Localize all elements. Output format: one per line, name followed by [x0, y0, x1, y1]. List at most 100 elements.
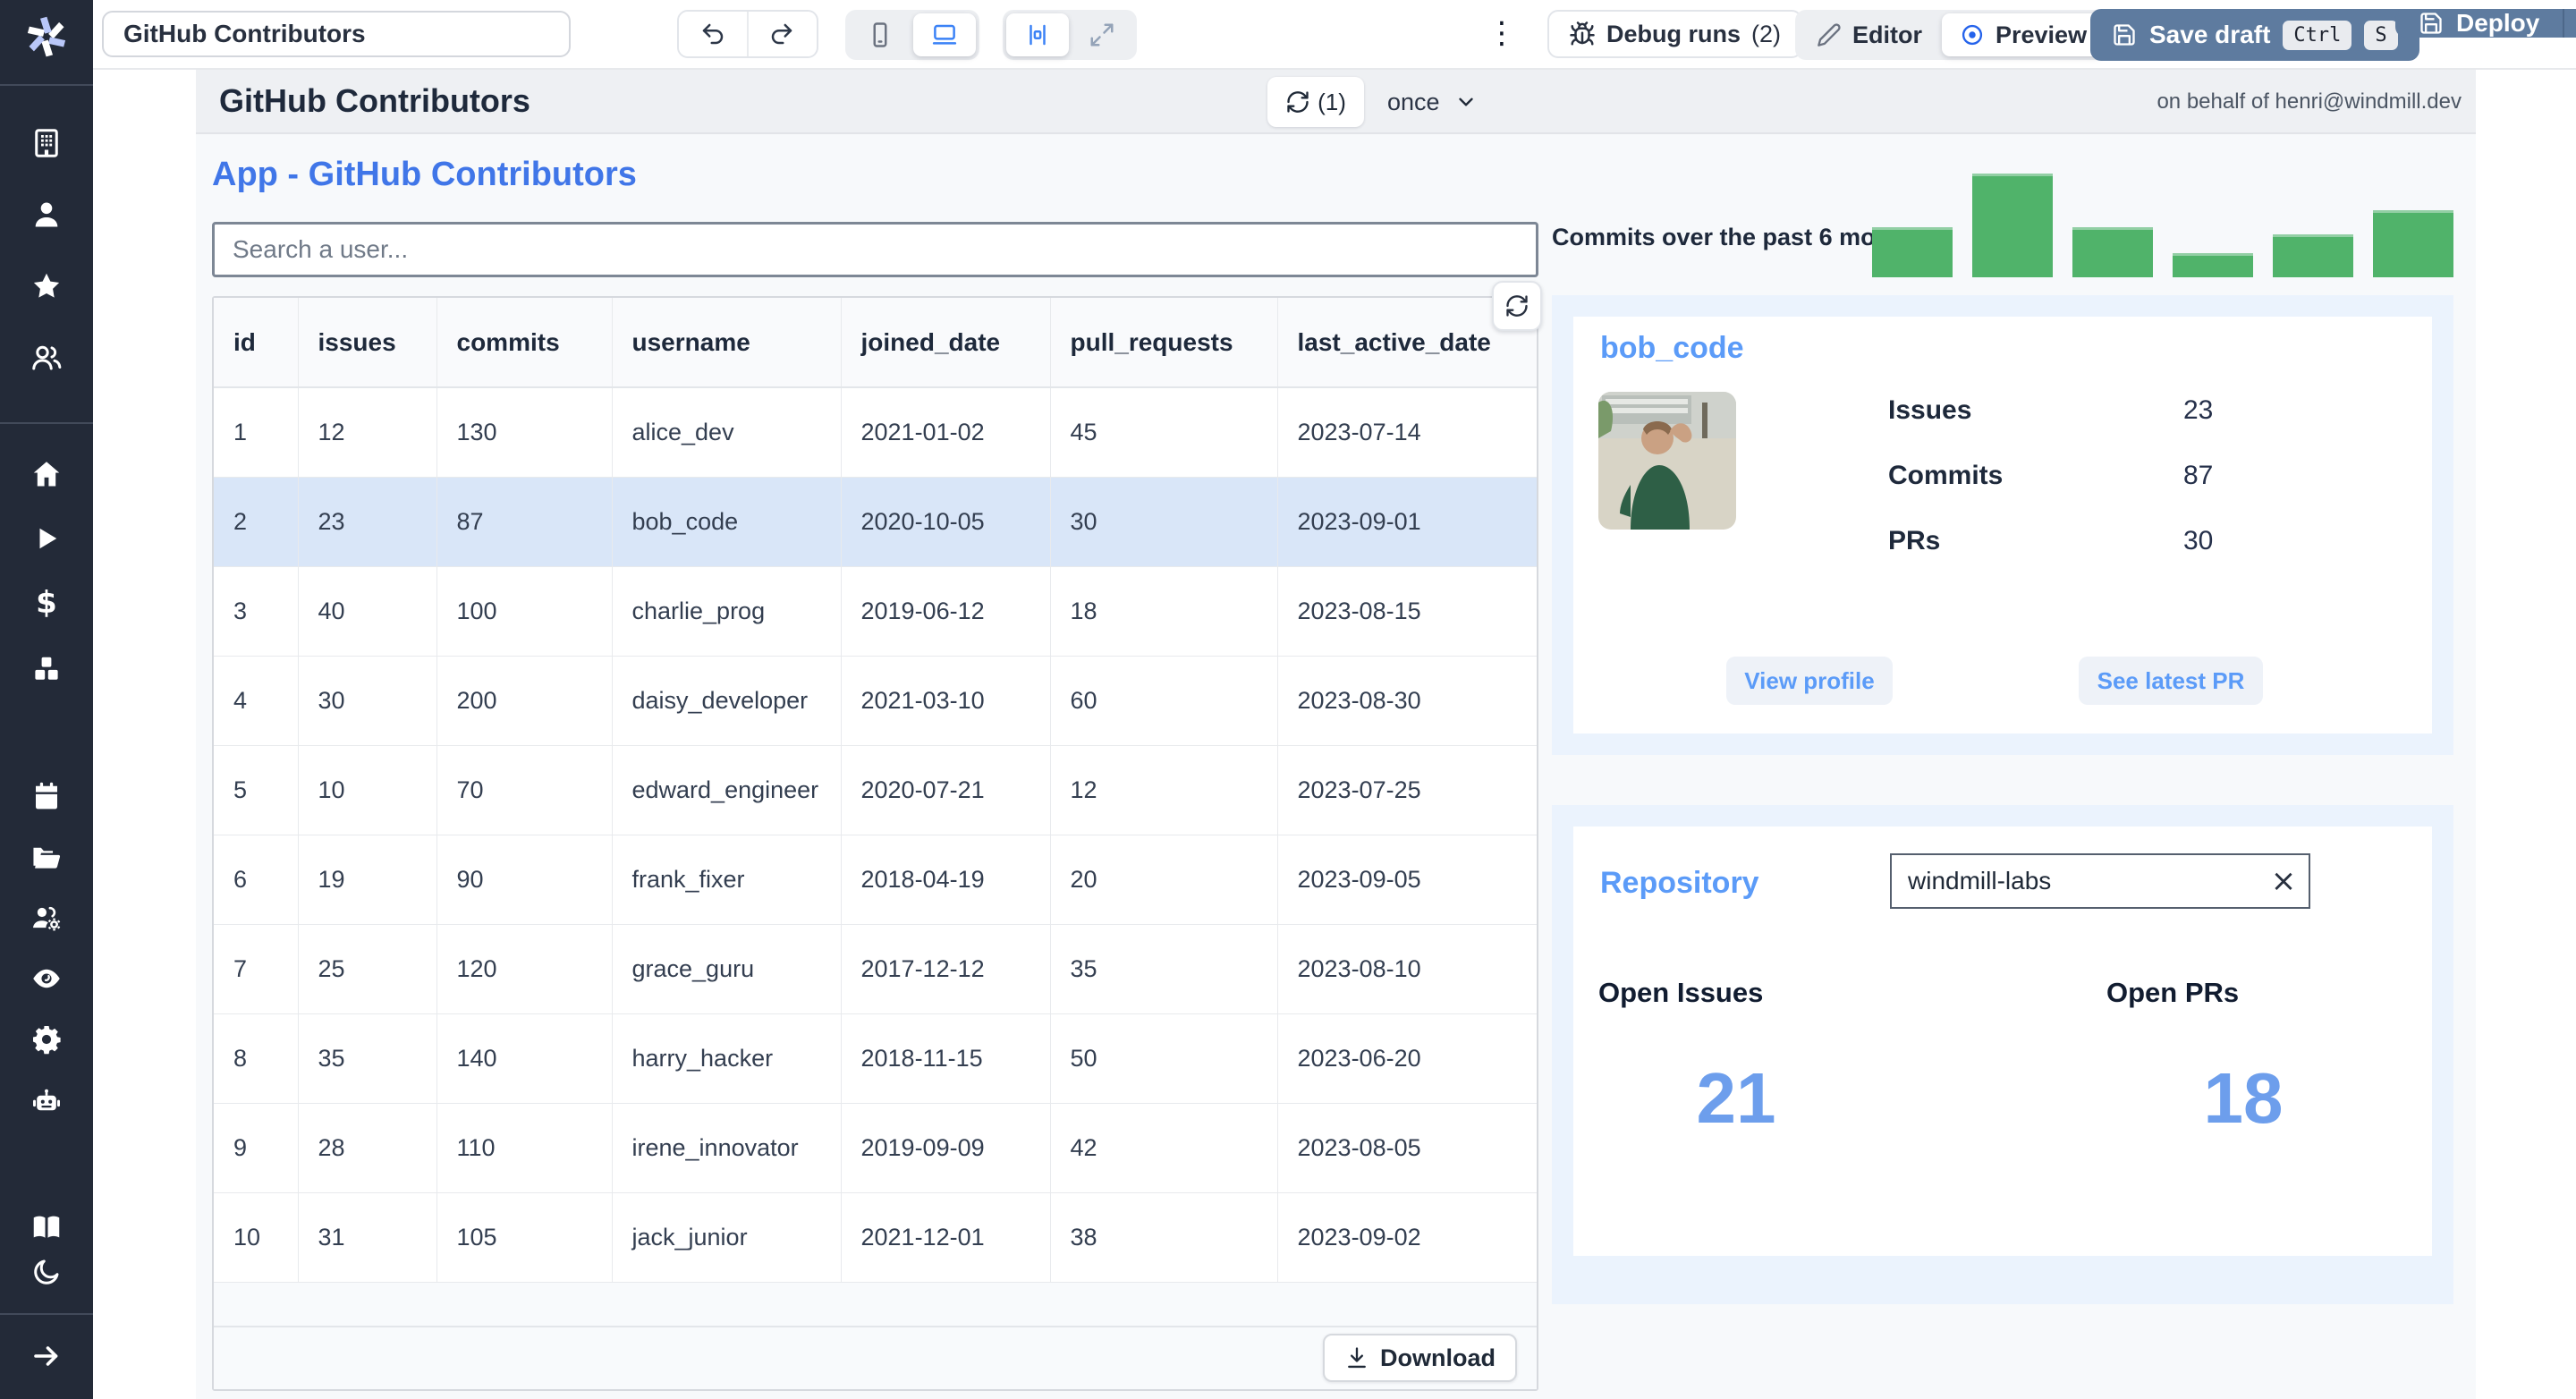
- table-cell: 2023-09-01: [1277, 477, 1537, 567]
- see-latest-pr-button[interactable]: See latest PR: [2079, 657, 2263, 705]
- table-column-header[interactable]: commits: [436, 298, 613, 388]
- table-cell: 35: [1050, 924, 1278, 1014]
- app-preview-canvas: GitHub Contributors (1) once on behalf o…: [196, 70, 2476, 1399]
- table-column-header[interactable]: id: [214, 298, 299, 388]
- app-title: GitHub Contributors: [219, 82, 530, 119]
- star-icon[interactable]: [0, 265, 93, 308]
- preview-target-icon: [1960, 22, 1985, 47]
- table-footer: Download: [214, 1327, 1537, 1389]
- expand-sidebar-arrow-icon[interactable]: [0, 1335, 93, 1378]
- workspace-building-icon[interactable]: [0, 122, 93, 165]
- page-title: App - GitHub Contributors: [212, 156, 637, 193]
- center-content-button[interactable]: [1006, 13, 1069, 56]
- more-options-kebab-icon[interactable]: ⋮: [1487, 13, 1517, 55]
- table-cell: daisy_developer: [612, 656, 842, 746]
- save-icon: [2112, 22, 2137, 47]
- variables-dollar-icon[interactable]: $: [0, 581, 93, 624]
- contributors-tbody: 1 12 130 alice_dev 2021-01-02 45 2023-07-14 2 23…: [214, 387, 1537, 1283]
- download-button[interactable]: Download: [1323, 1334, 1517, 1382]
- undo-button[interactable]: [679, 12, 747, 56]
- commit-bar: [2273, 234, 2353, 277]
- bug-icon: [1569, 21, 1596, 47]
- table-cell: 2018-11-15: [841, 1013, 1051, 1104]
- fullscreen-button[interactable]: [1071, 13, 1133, 56]
- open-issues-value: 21: [1696, 1058, 1776, 1138]
- commit-bar: [2072, 227, 2153, 277]
- table-row[interactable]: 6 19 90 frank_fixer 2018-04-19 20 2023-09-05: [214, 835, 1537, 925]
- editor-tab[interactable]: Editor: [1799, 13, 1940, 56]
- table-refresh-button[interactable]: [1492, 281, 1542, 331]
- table-row[interactable]: 7 25 120 grace_guru 2017-12-12 35 2023-08-10: [214, 924, 1537, 1014]
- stat-value: 30: [2183, 526, 2214, 555]
- table-row[interactable]: 2 23 87 bob_code 2020-10-05 30 2023-09-01: [214, 477, 1537, 567]
- editor-tab-label: Editor: [1852, 21, 1922, 48]
- table-column-header[interactable]: username: [612, 298, 842, 388]
- open-prs-value: 18: [2203, 1058, 2284, 1138]
- groups-settings-icon[interactable]: [0, 896, 93, 939]
- download-icon: [1344, 1345, 1369, 1370]
- save-icon: [2419, 11, 2444, 36]
- windmill-logo-icon[interactable]: [23, 13, 70, 59]
- audit-eye-icon[interactable]: [0, 957, 93, 1000]
- schedule-mode-dropdown[interactable]: once: [1387, 77, 1478, 127]
- save-draft-button[interactable]: Save draft Ctrl S: [2090, 9, 2419, 61]
- resources-cubes-icon[interactable]: [0, 648, 93, 691]
- download-label: Download: [1380, 1344, 1496, 1371]
- table-row[interactable]: 1 12 130 alice_dev 2021-01-02 45 2023-07-14: [214, 387, 1537, 478]
- stat-row: Commits 87: [1888, 461, 2389, 493]
- table-cell: 8: [214, 1013, 299, 1104]
- table-row[interactable]: 5 10 70 edward_engineer 2020-07-21 12 2023-07-…: [214, 745, 1537, 835]
- app-refresh-button[interactable]: (1): [1267, 77, 1364, 127]
- table-cell: 140: [436, 1013, 613, 1104]
- table-column-header[interactable]: joined_date: [841, 298, 1051, 388]
- commit-bar: [1872, 227, 1953, 277]
- ai-robot-icon[interactable]: [0, 1081, 93, 1123]
- table-column-header[interactable]: pull_requests: [1050, 298, 1278, 388]
- table-column-header[interactable]: issues: [298, 298, 437, 388]
- table-cell: 19: [298, 835, 437, 925]
- search-input[interactable]: [212, 222, 1538, 277]
- deploy-button[interactable]: Deploy: [2395, 9, 2563, 38]
- repository-card: Repository × Open Issues Open PRs 21 18: [1573, 827, 2432, 1256]
- table-cell: 5: [214, 745, 299, 835]
- runs-play-icon[interactable]: [0, 517, 93, 560]
- table-row[interactable]: 4 30 200 daisy_developer 2021-03-10 60 2023-08…: [214, 656, 1537, 746]
- table-cell: jack_junior: [612, 1192, 842, 1283]
- schedules-calendar-icon[interactable]: [0, 775, 93, 818]
- table-row[interactable]: 10 31 105 jack_junior 2021-12-01 38 2023-09-02: [214, 1192, 1537, 1283]
- stat-value: 87: [2183, 461, 2214, 490]
- redo-button[interactable]: [747, 12, 815, 56]
- table-row[interactable]: 3 40 100 charlie_prog 2019-06-12 18 2023-08-15: [214, 566, 1537, 657]
- clear-input-x-icon[interactable]: ×: [2258, 856, 2309, 906]
- home-icon[interactable]: [0, 453, 93, 496]
- save-draft-label: Save draft: [2149, 21, 2271, 48]
- table-cell: 200: [436, 656, 613, 746]
- deploy-options-chevron-icon[interactable]: [2563, 9, 2576, 38]
- table-cell: charlie_prog: [612, 566, 842, 657]
- table-cell: 23: [298, 477, 437, 567]
- app-title-input[interactable]: [102, 11, 571, 57]
- open-prs-label: Open PRs: [2106, 977, 2240, 1008]
- table-row[interactable]: 8 35 140 harry_hacker 2018-11-15 50 2023-06-20: [214, 1013, 1537, 1104]
- dark-mode-moon-icon[interactable]: [0, 1251, 93, 1293]
- folders-icon[interactable]: [0, 835, 93, 878]
- table-cell: 60: [1050, 656, 1278, 746]
- user-icon[interactable]: [0, 193, 93, 236]
- table-cell: 2023-09-05: [1277, 835, 1537, 925]
- docs-book-icon[interactable]: [0, 1206, 93, 1249]
- repository-input[interactable]: [1892, 867, 2258, 895]
- sidebar-divider: [0, 1313, 93, 1315]
- table-cell: 31: [298, 1192, 437, 1283]
- table-empty-strip: [214, 1282, 1537, 1327]
- kbd-s: S: [2364, 20, 2398, 50]
- desktop-view-button[interactable]: [913, 13, 976, 56]
- users-group-icon[interactable]: [0, 336, 93, 379]
- commit-bar: [1972, 174, 2053, 277]
- settings-gear-icon[interactable]: [0, 1018, 93, 1061]
- mobile-view-button[interactable]: [849, 13, 911, 56]
- device-toggle-group: [845, 10, 979, 60]
- view-profile-button[interactable]: View profile: [1726, 657, 1893, 705]
- preview-tab[interactable]: Preview: [1942, 13, 2106, 56]
- debug-runs-button[interactable]: Debug runs (2): [1547, 10, 1803, 58]
- table-row[interactable]: 9 28 110 irene_innovator 2019-09-09 42 2023-08…: [214, 1103, 1537, 1193]
